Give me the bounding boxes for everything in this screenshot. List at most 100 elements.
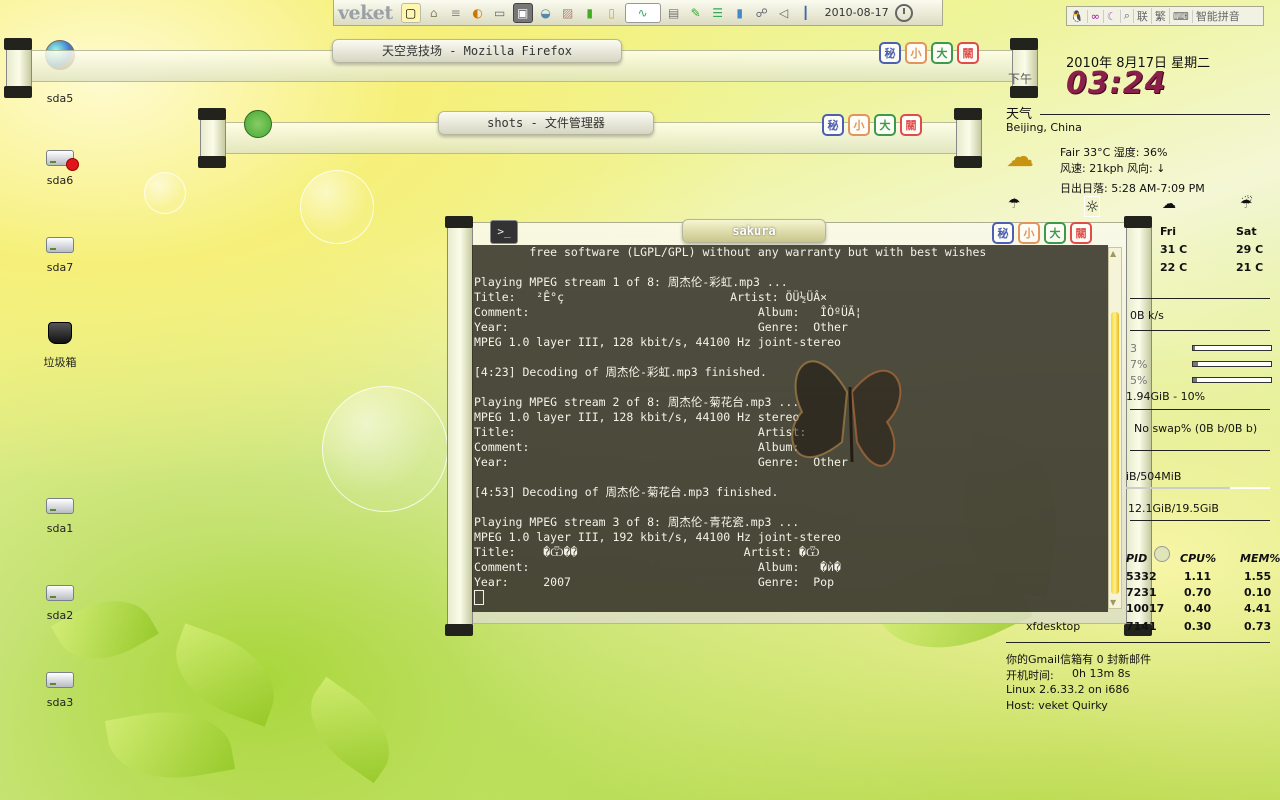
desktop-icon-sda2[interactable]: sda2 (30, 585, 90, 622)
terminal-left-pillar[interactable] (445, 216, 473, 636)
bubble-decoration (300, 170, 374, 244)
edit-icon[interactable]: ✎ (687, 4, 705, 22)
desktop-icon-sda7[interactable]: sda7 (30, 237, 90, 274)
window-left-pillar[interactable] (198, 108, 226, 168)
desktop-icon-label: 垃圾箱 (43, 356, 77, 369)
desktop-icon-sda1[interactable]: sda1 (30, 498, 90, 535)
proc-header-mem: MEM% (1240, 552, 1280, 565)
network-icon[interactable]: ☍ (753, 4, 771, 22)
proc-mem: 4.41 (1244, 602, 1272, 615)
butterfly-decoration (791, 360, 902, 467)
terminal-window-title[interactable]: sakura (682, 219, 826, 243)
desktop-icon-sda6[interactable]: sda6 (30, 150, 90, 187)
maximize-button[interactable]: 大 (931, 42, 953, 64)
file-manager-icon[interactable]: ≡ (447, 4, 465, 22)
volume-icon[interactable]: ◁ (775, 4, 793, 22)
shade-button[interactable]: 秘 (822, 114, 844, 136)
desktop-icon-label: sda1 (46, 522, 74, 535)
rain-icon: ☂ (1008, 196, 1021, 212)
divider (1006, 642, 1270, 643)
screenshot-icon[interactable]: ▣ (512, 2, 533, 23)
divider (1130, 520, 1270, 521)
paint-icon[interactable]: ◒ (537, 4, 555, 22)
desktop-icon[interactable]: ▢ (400, 2, 421, 23)
divider (1130, 409, 1270, 410)
desktop-icon-sda3[interactable]: sda3 (30, 672, 90, 709)
file-manager-window-title[interactable]: shots - 文件管理器 (438, 111, 654, 135)
shade-button[interactable]: 秘 (879, 42, 901, 64)
proc-cpu: 1.11 (1184, 570, 1212, 583)
forecast-high: 31 C (1160, 243, 1188, 256)
top-panel: veket ▢ ⌂ ≡ ◐ ▭ ▣ ◒ ▨ ▮ ▯ ∿ ▤ ✎ ☰ ▮ ☍ ◁ … (333, 0, 943, 26)
net-graph-icon[interactable]: ∿ (624, 2, 661, 23)
close-button[interactable]: 關 (957, 42, 979, 64)
cpu-graph-icon[interactable]: ▮ (581, 4, 599, 22)
mem-bar (1126, 487, 1270, 489)
minimize-button[interactable]: 小 (905, 42, 927, 64)
leaf-decoration (291, 676, 409, 784)
conky-swap: No swap% (0B b/0B b) (1134, 422, 1258, 435)
cpu-row-label: 3 (1130, 342, 1137, 355)
bubble-decoration (322, 386, 448, 512)
conky-location: Beijing, China (1006, 121, 1082, 134)
forecast-day: Fri (1160, 225, 1177, 238)
proc-mem: 0.73 (1244, 620, 1272, 633)
maximize-button[interactable]: 大 (874, 114, 896, 136)
cpu-row-label: 7% (1130, 358, 1148, 371)
monitor-icon[interactable]: ▭ (491, 4, 509, 22)
proc-cpu: 0.40 (1184, 602, 1212, 615)
stack-icon[interactable]: ☰ (709, 4, 727, 22)
proc-pid: 7231 (1126, 586, 1157, 599)
conky-kernel: Linux 2.6.33.2 on i686 (1006, 683, 1130, 696)
memory-graph-icon[interactable]: ▯ (603, 4, 621, 22)
cpu-row-label: 5% (1130, 374, 1148, 387)
browser-icon[interactable]: ◐ (469, 4, 487, 22)
conky-ampm: 下午 (1008, 72, 1033, 86)
conky-logo-icon (1154, 546, 1170, 562)
drive-icon (46, 585, 74, 601)
proc-name: xfdesktop (1026, 620, 1081, 633)
divider (1040, 114, 1270, 115)
conky-home: 12.1GiB/19.5GiB (1128, 502, 1219, 515)
close-button[interactable]: 關 (900, 114, 922, 136)
conky-net: 0B k/s (1130, 309, 1164, 322)
cpu-bar (1192, 345, 1272, 351)
minimize-button[interactable]: 小 (848, 114, 870, 136)
desktop-icon-label: sda3 (46, 696, 74, 709)
divider (1130, 330, 1270, 331)
image-icon[interactable]: ▨ (559, 4, 577, 22)
weather-cloud-icon: ☁ (1006, 140, 1034, 173)
desktop-icon-trash[interactable]: 垃圾箱 (30, 322, 90, 370)
conky-clock: 03:24 (1066, 66, 1167, 101)
cactus-icon (244, 110, 272, 138)
divider (1130, 450, 1270, 451)
warning-dot-icon (66, 158, 79, 171)
thermometer-icon[interactable]: ┃ (797, 4, 815, 22)
window-right-pillar[interactable] (954, 108, 982, 168)
clock-icon[interactable] (894, 3, 913, 22)
conky-uptime: 0h 13m 8s (1072, 667, 1131, 680)
bubble-decoration (144, 172, 186, 214)
window-left-pillar[interactable] (4, 38, 32, 98)
divider (1130, 298, 1270, 299)
panel-date[interactable]: 2010-08-17 (825, 6, 889, 19)
terminal-icon[interactable]: ⌂ (425, 4, 443, 22)
proc-pid: 5332 (1126, 570, 1157, 583)
proc-mem: 0.10 (1244, 586, 1272, 599)
veket-logo[interactable]: veket (338, 2, 393, 24)
firefox-window-title[interactable]: 天空竞技场 - Mozilla Firefox (332, 39, 622, 63)
forecast-low: 22 C (1160, 261, 1188, 274)
sunny-icon: ☼ (1084, 196, 1101, 217)
conky-weather-title: 天气 (1006, 107, 1033, 122)
drive-icon (46, 237, 74, 253)
forecast-high: 29 C (1236, 243, 1264, 256)
clipboard-icon[interactable]: ▤ (665, 4, 683, 22)
proc-header-cpu: CPU% (1180, 552, 1217, 565)
conky-sun: 日出日落: 5:28 AM-7:09 PM (1060, 182, 1205, 195)
leaf-decoration (104, 700, 236, 790)
conky-wind: 风速: 21kph 风向: ↓ (1060, 162, 1166, 175)
storm-icon: ☔ (1240, 196, 1253, 212)
proc-cpu: 0.70 (1184, 586, 1212, 599)
drive-icon[interactable]: ▮ (731, 4, 749, 22)
drive-icon (46, 498, 74, 514)
